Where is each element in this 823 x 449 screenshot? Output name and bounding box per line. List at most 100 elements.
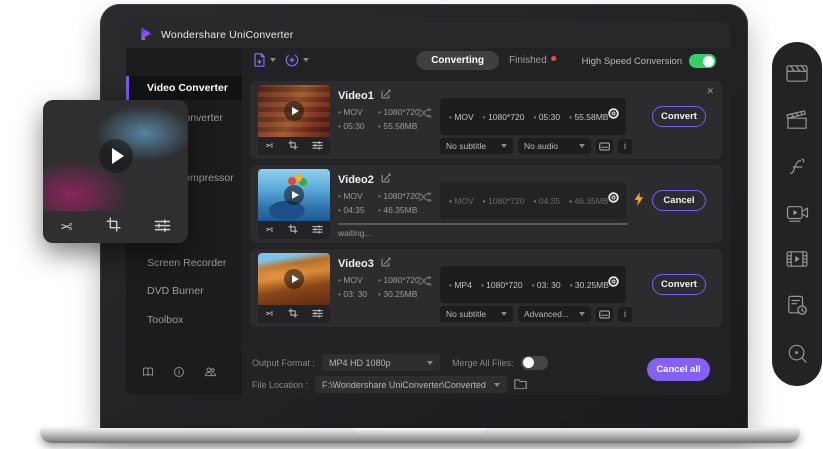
video2-settings-gear-icon[interactable] <box>607 191 620 207</box>
add-device-button[interactable] <box>284 52 309 68</box>
guide-book-icon[interactable] <box>142 366 154 381</box>
video3-src-size: 30.25MB <box>378 289 417 299</box>
video1-src-size: 55.58MB <box>378 121 417 131</box>
main-panel: Converting Finished High Speed Conversio… <box>242 48 730 395</box>
video3-audio-select[interactable]: Advanced... <box>518 306 591 322</box>
video3-effects-icon[interactable] <box>312 308 323 321</box>
dock-video-merger-icon[interactable] <box>786 250 808 268</box>
video1-audio-select[interactable]: No audio <box>518 138 591 154</box>
video1-close-icon[interactable]: ✕ <box>706 86 714 97</box>
tab-converting[interactable]: Converting <box>416 51 499 70</box>
high-speed-toggle[interactable] <box>689 54 716 68</box>
sidebar-item-toolbox[interactable]: Toolbox <box>126 308 242 332</box>
video2-trim-icon[interactable]: ✂ <box>265 225 273 236</box>
sidebar-item-video-converter[interactable]: Video Converter <box>126 76 242 100</box>
video1-tgt-size: 55.58MB <box>569 112 608 122</box>
convert-arrow-icon <box>418 275 433 290</box>
merge-all-files-toggle[interactable] <box>521 356 548 370</box>
dock-convert-queue-icon[interactable] <box>787 295 808 316</box>
main-toolbar: Converting Finished High Speed Conversio… <box>242 48 730 78</box>
video3-src-format: MOV <box>338 275 363 285</box>
video1-captions-icon[interactable] <box>596 139 613 154</box>
toolbox-dock <box>772 42 822 386</box>
preview-effects-icon[interactable] <box>154 218 171 237</box>
add-device-chevron-icon[interactable] <box>303 58 309 62</box>
stage: Wondershare UniConverter Video Converter… <box>0 0 823 449</box>
cancel-all-button[interactable]: Cancel all <box>647 358 710 381</box>
preview-crop-icon[interactable] <box>106 217 121 237</box>
preview-play-icon[interactable] <box>99 139 133 173</box>
video1-crop-icon[interactable] <box>288 140 298 153</box>
task-row-video2: ✂ Video2 MOV 1080*720 04:35 46.35MB <box>250 165 722 243</box>
video1-info-icon[interactable]: i <box>618 139 632 154</box>
video3-edit-icon[interactable] <box>381 257 391 270</box>
convert-arrow-icon <box>418 107 433 122</box>
video3-target-box: MP4 1080*720 03: 30 30.25MB <box>440 266 626 303</box>
convert-arrow-icon <box>418 191 433 206</box>
video2-target-box: MOV 1080*720 04:35 46.35MB <box>440 182 626 219</box>
preview-trim-icon[interactable]: ✂ <box>60 218 73 236</box>
tab-finished[interactable]: Finished <box>509 55 556 66</box>
app-title: Wondershare UniConverter <box>161 29 293 41</box>
video1-play-icon[interactable] <box>284 101 304 121</box>
help-info-icon[interactable] <box>173 366 185 381</box>
status-tabs: Converting Finished <box>416 51 556 70</box>
video1-effects-icon[interactable] <box>312 140 323 153</box>
video3-info-icon[interactable]: i <box>618 307 632 322</box>
video2-thumbnail: ✂ <box>258 169 330 239</box>
app-window: Wondershare UniConverter Video Converter… <box>126 22 730 395</box>
video2-edit-icon[interactable] <box>381 173 391 186</box>
add-files-button[interactable] <box>252 52 276 68</box>
task-row-video1: ✂ ✕ Video1 MOV 1080*720 05:30 <box>250 81 722 159</box>
video2-effects-icon[interactable] <box>312 224 323 237</box>
video3-subtitle-select[interactable]: No subtitle <box>440 306 513 322</box>
video3-settings-gear-icon[interactable] <box>607 275 620 291</box>
video3-tgt-size: 30.25MB <box>570 280 609 290</box>
finished-notification-dot <box>551 56 556 61</box>
file-location-label: File Location : <box>252 380 308 390</box>
output-format-select[interactable]: MP4 HD 1080p <box>322 354 440 371</box>
video2-tgt-format: MOV <box>449 196 474 206</box>
video2-src-format: MOV <box>338 191 363 201</box>
sidebar-item-screen-recorder[interactable]: Screen Recorder <box>126 251 242 275</box>
video2-crop-icon[interactable] <box>288 224 298 237</box>
video3-tgt-format: MP4 <box>449 280 472 290</box>
video1-edit-icon[interactable] <box>381 89 391 102</box>
video3-captions-icon[interactable] <box>596 307 613 322</box>
video3-trim-icon[interactable]: ✂ <box>265 309 273 320</box>
dock-video-editor-icon[interactable] <box>786 64 808 83</box>
titlebar: Wondershare UniConverter <box>126 22 730 48</box>
video3-tgt-resolution: 1080*720 <box>481 280 523 290</box>
video1-name: Video1 <box>338 90 374 102</box>
file-location-select[interactable]: F:\Wondershare UniConverter\Converted <box>315 376 507 393</box>
open-folder-icon[interactable] <box>514 378 527 391</box>
account-users-icon[interactable] <box>204 366 217 381</box>
video3-play-icon[interactable] <box>284 269 304 289</box>
video1-trim-icon[interactable]: ✂ <box>265 141 273 152</box>
video1-subtitle-select[interactable]: No subtitle <box>440 138 513 154</box>
video2-name: Video2 <box>338 174 374 186</box>
video3-convert-button[interactable]: Convert <box>652 274 706 295</box>
video2-cancel-button[interactable]: Cancel <box>652 190 706 211</box>
video2-status-text: waiting... <box>338 228 372 238</box>
dock-effects-curve-icon[interactable] <box>786 157 808 177</box>
video3-crop-icon[interactable] <box>288 308 298 321</box>
video1-target-box: MOV 1080*720 05:30 55.58MB <box>440 98 626 135</box>
video3-src-duration: 03: 30 <box>338 289 367 299</box>
app-logo-icon <box>138 26 153 44</box>
video2-play-icon[interactable] <box>284 185 304 205</box>
video2-tgt-duration: 04:35 <box>533 196 560 206</box>
video1-tgt-format: MOV <box>449 112 474 122</box>
video1-settings-gear-icon[interactable] <box>607 107 620 123</box>
sidebar-item-dvd-burner[interactable]: DVD Burner <box>126 279 242 303</box>
merge-all-files-label: Merge All Files: <box>452 358 514 368</box>
video1-convert-button[interactable]: Convert <box>652 106 706 127</box>
floating-preview-card: ✂ <box>43 100 188 243</box>
dock-screen-recorder-icon[interactable] <box>786 204 809 223</box>
add-files-chevron-icon[interactable] <box>270 58 276 62</box>
dock-disc-search-icon[interactable] <box>787 343 808 364</box>
video1-src-duration: 05:30 <box>338 121 365 131</box>
dock-clapperboard-icon[interactable] <box>786 110 808 130</box>
video3-thumbnail: ✂ <box>258 253 330 323</box>
video1-thumbnail: ✂ <box>258 85 330 155</box>
